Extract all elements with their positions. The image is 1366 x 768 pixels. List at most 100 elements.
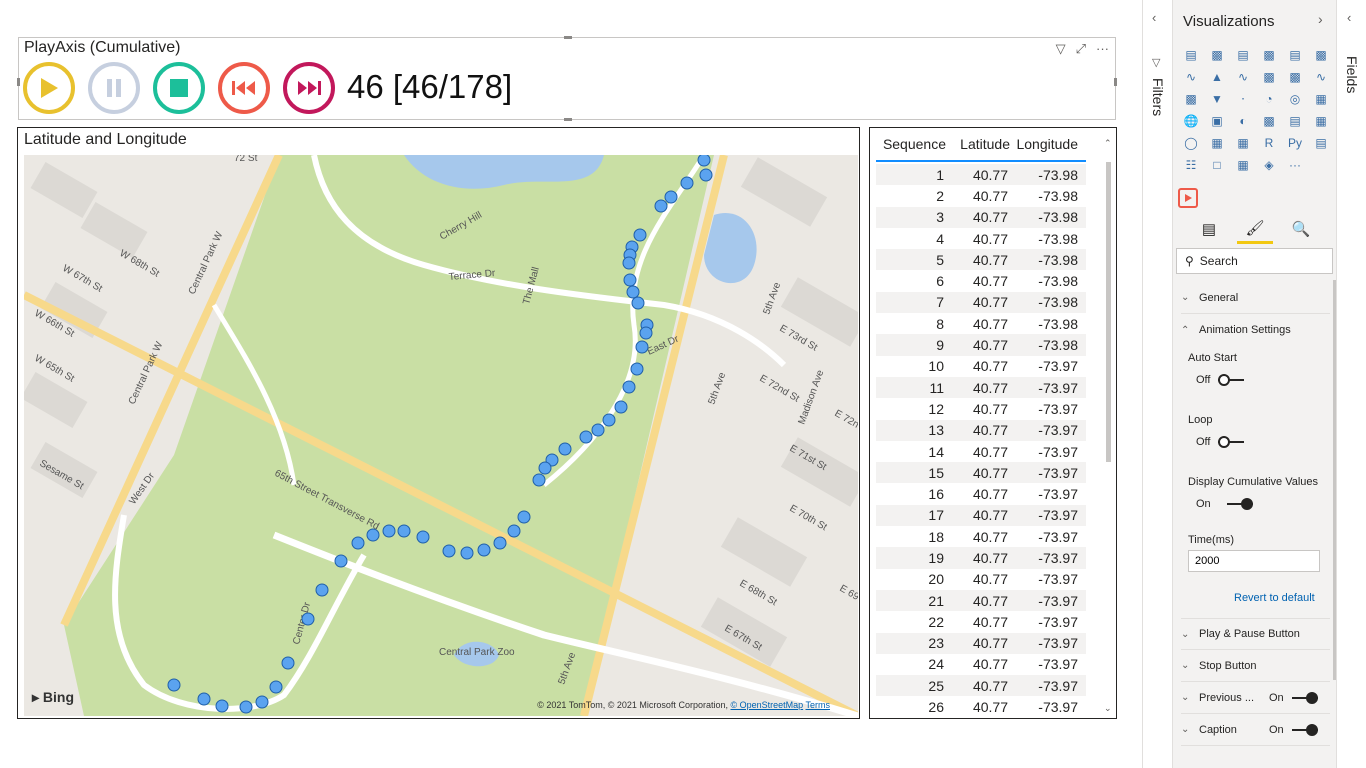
route-point[interactable] — [579, 430, 593, 444]
visual-type-icon[interactable]: R — [1259, 134, 1279, 152]
route-point[interactable] — [654, 199, 668, 213]
analytics-tab-icon[interactable]: 🔍 — [1283, 214, 1319, 244]
loop-toggle[interactable]: Off — [1181, 436, 1330, 448]
visual-type-icon[interactable]: ▦ — [1233, 134, 1253, 152]
route-point[interactable] — [623, 273, 637, 287]
route-point[interactable] — [631, 296, 645, 310]
section-animation-settings[interactable]: ⌃ Animation Settings — [1181, 314, 1330, 346]
filter-icon[interactable]: ▽ — [1056, 41, 1066, 57]
visual-type-icon[interactable]: ··· — [1285, 156, 1305, 174]
filters-pane-collapsed[interactable]: ‹ ▽ Filters — [1142, 0, 1172, 768]
auto-start-toggle[interactable]: Off — [1181, 374, 1330, 386]
fields-tab-icon[interactable]: ▤ — [1191, 214, 1227, 244]
route-point[interactable] — [532, 473, 546, 487]
visual-type-icon[interactable]: ◯ — [1181, 134, 1201, 152]
route-point[interactable] — [602, 413, 616, 427]
visual-type-icon[interactable]: 🌐 — [1181, 112, 1201, 130]
section-stop-button[interactable]: ⌄ Stop Button — [1181, 650, 1330, 682]
route-point[interactable] — [697, 155, 711, 167]
visual-type-icon[interactable]: ∿ — [1181, 68, 1201, 86]
fields-pane-collapsed[interactable]: ‹ Fields — [1336, 0, 1366, 768]
column-header-latitude[interactable]: Latitude — [946, 136, 1010, 160]
column-header-sequence[interactable]: Sequence — [876, 136, 946, 160]
osm-link[interactable]: © OpenStreetMap — [730, 700, 803, 710]
visual-type-icon[interactable]: ▣ — [1207, 112, 1227, 130]
chevron-left-icon[interactable]: ‹ — [1347, 10, 1351, 25]
visual-type-icon[interactable]: ▦ — [1311, 112, 1331, 130]
visual-type-icon[interactable]: ▦ — [1233, 156, 1253, 174]
route-point[interactable] — [167, 678, 181, 692]
route-point[interactable] — [591, 423, 605, 437]
table-scrollbar[interactable]: ⌃ ⌄ — [1104, 138, 1113, 713]
map-area[interactable]: 72 St Cherry Hill Terrace Dr The Mall W … — [24, 155, 858, 716]
visual-type-icon[interactable]: ▤ — [1311, 134, 1331, 152]
route-point[interactable] — [626, 285, 640, 299]
fields-label[interactable]: Fields — [1344, 56, 1360, 93]
column-header-longitude[interactable]: Longitude — [1010, 136, 1082, 160]
route-point[interactable] — [630, 362, 644, 376]
visual-type-icon[interactable]: ▦ — [1311, 90, 1331, 108]
play-button[interactable] — [23, 62, 75, 114]
visual-type-icon[interactable]: Py — [1285, 134, 1305, 152]
route-point[interactable] — [366, 528, 380, 542]
route-point[interactable] — [558, 442, 572, 456]
visual-type-icon[interactable]: ◐ — [1233, 112, 1253, 130]
route-point[interactable] — [664, 190, 678, 204]
route-point[interactable] — [517, 510, 531, 524]
route-point[interactable] — [622, 256, 636, 270]
route-point[interactable] — [699, 168, 713, 182]
visual-type-icon[interactable]: ◎ — [1285, 90, 1305, 108]
route-point[interactable] — [538, 461, 552, 475]
map-visual[interactable]: Latitude and Longitude 72 St Cherry Hill… — [17, 127, 860, 719]
more-options-icon[interactable]: ··· — [1096, 41, 1109, 57]
stop-button[interactable] — [153, 62, 205, 114]
visual-type-icon[interactable]: ▩ — [1207, 46, 1227, 64]
route-point[interactable] — [633, 228, 647, 242]
section-general[interactable]: ⌄ General — [1181, 282, 1330, 314]
visual-type-icon[interactable]: ▩ — [1259, 68, 1279, 86]
route-point[interactable] — [507, 524, 521, 538]
playaxis-visual[interactable]: PlayAxis (Cumulative) ▽ ⤢ ··· 46 [46/178… — [17, 36, 1117, 121]
visual-type-icon[interactable]: □ — [1207, 156, 1227, 174]
format-search-input[interactable]: ⚲ Search — [1176, 248, 1333, 274]
visual-type-icon[interactable]: ◔ — [1259, 90, 1279, 108]
scroll-up-icon[interactable]: ⌃ — [1104, 138, 1112, 149]
visual-type-icon[interactable]: ◈ — [1259, 156, 1279, 174]
scroll-thumb[interactable] — [1106, 162, 1111, 462]
route-point[interactable] — [215, 699, 229, 713]
visual-type-icon[interactable]: ▩ — [1259, 46, 1279, 64]
visual-type-icon[interactable]: ▤ — [1285, 46, 1305, 64]
route-point[interactable] — [351, 536, 365, 550]
filters-label[interactable]: Filters — [1150, 78, 1166, 116]
resize-handle[interactable] — [1114, 78, 1117, 86]
route-point[interactable] — [680, 176, 694, 190]
caption-toggle[interactable]: On — [1269, 723, 1318, 736]
visual-type-icon[interactable]: ▤ — [1233, 46, 1253, 64]
visual-type-icon[interactable]: ▲ — [1207, 68, 1227, 86]
route-point[interactable] — [197, 692, 211, 706]
visual-type-icon[interactable]: ∿ — [1311, 68, 1331, 86]
route-point[interactable] — [635, 340, 649, 354]
resize-handle[interactable] — [564, 36, 572, 39]
route-point[interactable] — [301, 612, 315, 626]
visual-type-icon[interactable]: ⋅ — [1233, 90, 1253, 108]
section-play-pause-button[interactable]: ⌄ Play & Pause Button — [1181, 618, 1330, 650]
route-point[interactable] — [269, 680, 283, 694]
route-point[interactable] — [639, 326, 653, 340]
route-point[interactable] — [622, 380, 636, 394]
visual-type-icon[interactable]: ▤ — [1181, 46, 1201, 64]
cumulative-toggle[interactable]: On — [1181, 498, 1330, 510]
section-caption[interactable]: ⌄ Caption On — [1181, 714, 1330, 746]
visual-type-icon[interactable]: ∿ — [1233, 68, 1253, 86]
previous-button[interactable] — [218, 62, 270, 114]
resize-handle[interactable] — [564, 118, 572, 121]
route-point[interactable] — [315, 583, 329, 597]
playaxis-visual-icon[interactable] — [1178, 188, 1198, 208]
table-visual[interactable]: Sequence Latitude Longitude 1 40.77 -73.98… — [869, 127, 1117, 719]
route-point[interactable] — [281, 656, 295, 670]
route-point[interactable] — [442, 544, 456, 558]
visual-type-icon[interactable]: ▩ — [1311, 46, 1331, 64]
time-ms-input[interactable] — [1188, 550, 1320, 572]
visual-type-icon[interactable]: ▤ — [1285, 112, 1305, 130]
terms-link[interactable]: Terms — [806, 700, 831, 710]
